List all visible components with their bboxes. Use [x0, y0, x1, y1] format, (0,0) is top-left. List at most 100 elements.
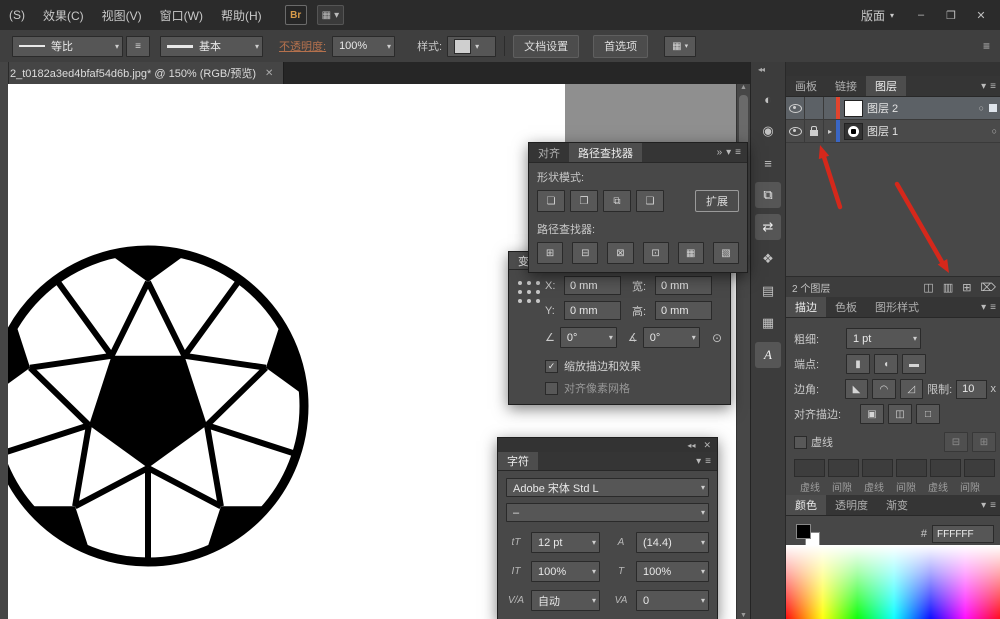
horizontal-scale-select[interactable]: 100% ▾ [636, 561, 709, 582]
menu-window[interactable]: 窗口(W) [151, 7, 212, 24]
scale-strokes-checkbox[interactable]: ✓ [545, 360, 558, 373]
double-right-icon[interactable]: » [717, 147, 723, 158]
menu-view[interactable]: 视图(V) [93, 7, 151, 24]
target-icon[interactable]: ○ [979, 103, 984, 113]
font-style-select[interactable]: – ▾ [506, 503, 709, 522]
miter-join-button[interactable]: ◣ [845, 379, 868, 399]
merge-button[interactable]: ⊠ [607, 242, 633, 264]
tracking-select[interactable]: 0 ▾ [636, 590, 709, 611]
restore-button[interactable]: ❐ [938, 6, 964, 24]
outline-button[interactable]: ▦ [678, 242, 704, 264]
align-outside-button[interactable]: □ [916, 404, 940, 424]
reference-point-grid[interactable] [518, 281, 541, 304]
tab-graphic-styles[interactable]: 图形样式 [866, 297, 928, 317]
brush-definition-select[interactable]: 基本 ▾ [160, 36, 263, 57]
width-input[interactable]: 0 mm [655, 276, 712, 295]
height-input[interactable]: 0 mm [655, 301, 712, 320]
panel-menu-icon[interactable]: ≡ [705, 456, 711, 467]
opacity-link[interactable]: 不透明度: [279, 38, 326, 54]
align-options-button[interactable]: ▦ ▾ [664, 36, 696, 57]
minimize-button[interactable]: – [908, 6, 934, 24]
gradient-sphere-icon[interactable]: ◐ [755, 86, 781, 112]
pixel-grid-checkbox[interactable] [545, 382, 558, 395]
collapse-panel-icon[interactable]: ◂◂ [687, 441, 695, 450]
intersect-button[interactable]: ⧉ [603, 190, 631, 212]
round-cap-button[interactable]: ◖ [874, 354, 898, 374]
miter-limit-input[interactable]: 10 [956, 380, 986, 399]
font-family-select[interactable]: Adobe 宋体 Std L ▾ [506, 478, 709, 497]
align-center-button[interactable]: ▣ [860, 404, 884, 424]
gap-input[interactable] [964, 459, 995, 477]
target-icon[interactable]: ○ [992, 126, 997, 136]
tab-artboards[interactable]: 画板 [786, 76, 826, 96]
layer-name[interactable]: 图层 1 [867, 123, 992, 139]
pathfinder-panel-icon[interactable]: ⧉ [755, 182, 781, 208]
tab-swatches[interactable]: 色板 [826, 297, 866, 317]
scroll-up-icon[interactable]: ▲ [740, 84, 747, 91]
make-mask-icon[interactable]: ◫ [923, 281, 933, 294]
gap-input[interactable] [828, 459, 859, 477]
dash-align-button[interactable]: ⊞ [972, 432, 996, 452]
tab-align[interactable]: 对齐 [529, 143, 569, 162]
constrain-icon[interactable]: ⊙ [712, 331, 722, 345]
style-select[interactable]: ▾ [447, 36, 496, 57]
panel-menu-icon[interactable]: ≡ [735, 147, 741, 158]
shear-select[interactable]: 0° ▾ [643, 327, 700, 348]
tab-character[interactable]: 字符 [498, 452, 538, 470]
visibility-toggle[interactable] [786, 120, 805, 142]
trim-button[interactable]: ⊟ [572, 242, 598, 264]
dash-input[interactable] [862, 459, 893, 477]
delete-layer-icon[interactable]: ⌦ [980, 281, 996, 294]
vertical-scale-select[interactable]: 100% ▾ [531, 561, 600, 582]
rotate-select[interactable]: 0° ▾ [560, 327, 617, 348]
butt-cap-button[interactable]: ▮ [846, 354, 870, 374]
exclude-button[interactable]: ❑ [636, 190, 664, 212]
close-panel-icon[interactable]: ✕ [703, 440, 711, 451]
minus-back-button[interactable]: ▧ [713, 242, 739, 264]
color-spectrum[interactable] [786, 545, 1000, 619]
menu-effect[interactable]: 效果(C) [34, 7, 93, 24]
arrange-documents-icon[interactable]: ▦ ▾ [317, 5, 344, 25]
new-layer-icon[interactable]: ⊞ [962, 281, 971, 294]
tab-links[interactable]: 链接 [826, 76, 866, 96]
visibility-toggle[interactable] [786, 97, 805, 119]
lock-toggle[interactable] [805, 97, 824, 119]
layer-thumbnail[interactable] [844, 123, 863, 140]
align-panel-icon[interactable]: ▤ [755, 278, 781, 304]
document-tab[interactable]: 2_t0182a3ed4bfaf54d6b.jpg* @ 150% (RGB/预… [0, 62, 284, 84]
crop-button[interactable]: ⊡ [643, 242, 669, 264]
variable-width-options-button[interactable]: ≡ [126, 36, 150, 57]
bevel-join-button[interactable]: ◿ [900, 379, 923, 399]
y-input[interactable]: 0 mm [564, 301, 621, 320]
tab-layers[interactable]: 图层 [866, 76, 906, 96]
dashed-line-checkbox[interactable] [794, 436, 807, 449]
scroll-down-icon[interactable]: ▼ [740, 612, 747, 619]
expand-button[interactable]: 扩展 [695, 190, 739, 212]
hex-input[interactable]: FFFFFF [932, 525, 994, 543]
panel-menu-icon[interactable]: ≡ [990, 81, 996, 92]
layer-row[interactable]: ▸ 图层 1 ○ [786, 120, 1000, 143]
expand-triangle-icon[interactable]: ▸ [824, 127, 836, 136]
workspace-dropdown[interactable]: 版面 ▾ [851, 7, 904, 24]
unite-button[interactable]: ❏ [537, 190, 565, 212]
panel-menu-icon[interactable]: ≡ [990, 302, 996, 313]
stroke-profile-select[interactable]: 等比 ▾ [12, 36, 123, 57]
align-inside-button[interactable]: ◫ [888, 404, 912, 424]
gap-input[interactable] [896, 459, 927, 477]
projecting-cap-button[interactable]: ▬ [902, 354, 926, 374]
kerning-select[interactable]: 自动 ▾ [531, 590, 600, 611]
symbols-panel-icon[interactable]: ❖ [755, 246, 781, 272]
soccer-ball-artwork[interactable] [8, 236, 318, 576]
stroke-panel-icon[interactable]: ≡ [755, 150, 781, 176]
leading-select[interactable]: (14.4) ▾ [636, 532, 709, 553]
layer-thumbnail[interactable] [844, 100, 863, 117]
control-panel-menu-icon[interactable]: ≡ [983, 39, 990, 53]
panel-menu-icon[interactable]: ≡ [990, 500, 996, 511]
font-size-select[interactable]: 12 pt ▾ [531, 532, 600, 553]
stroke-weight-select[interactable]: 1 pt ▾ [846, 328, 921, 349]
bridge-icon[interactable]: Br [285, 5, 307, 25]
character-panel-icon[interactable]: A [755, 342, 781, 368]
tab-transparency[interactable]: 透明度 [826, 495, 877, 515]
new-sublayer-icon[interactable]: ▥ [943, 281, 953, 294]
x-input[interactable]: 0 mm [564, 276, 621, 295]
